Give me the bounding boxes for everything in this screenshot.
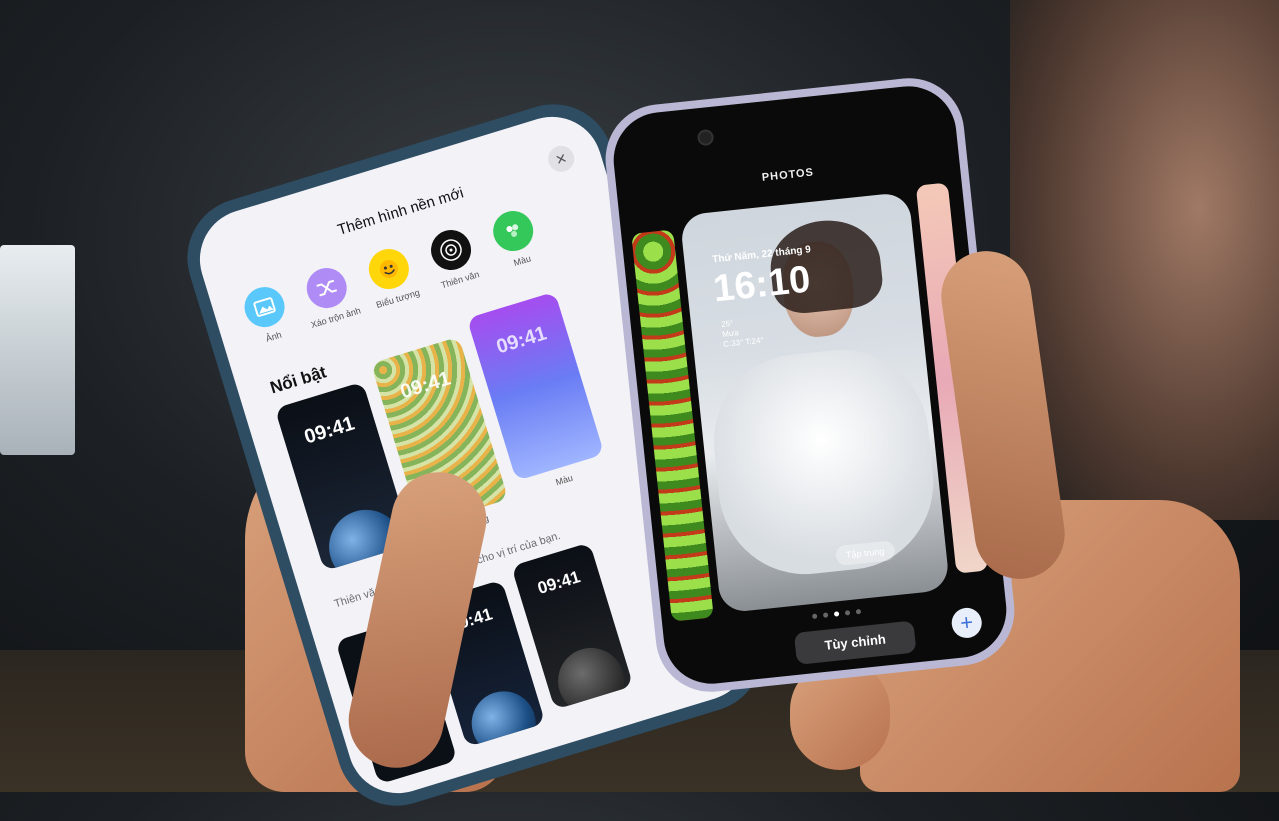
front-camera bbox=[696, 128, 715, 147]
thumb-time: 09:41 bbox=[535, 567, 583, 598]
shuffle-icon bbox=[316, 279, 338, 297]
category-label: Xáo trộn ảnh bbox=[309, 305, 362, 331]
category-astronomy[interactable] bbox=[426, 225, 477, 276]
category-label: Biểu tượng bbox=[374, 287, 421, 311]
emoji-icon bbox=[379, 260, 398, 279]
earth-image bbox=[463, 683, 544, 748]
color-icon bbox=[506, 224, 519, 237]
page-dot[interactable] bbox=[822, 612, 829, 618]
page-dot[interactable] bbox=[844, 610, 851, 616]
lockscreen-preview[interactable]: Thứ Năm, 22 tháng 9 16:10 25° Mưa C:33° … bbox=[679, 191, 951, 614]
page-dot[interactable] bbox=[811, 613, 818, 620]
close-icon: × bbox=[553, 147, 570, 170]
plus-icon: + bbox=[958, 609, 975, 636]
page-indicator bbox=[811, 608, 862, 620]
category-emoji[interactable] bbox=[363, 244, 414, 295]
photo-icon bbox=[253, 297, 276, 317]
gallery-header: PHOTOS bbox=[761, 166, 815, 184]
astronomy-icon bbox=[440, 239, 462, 261]
category-shuffle[interactable] bbox=[301, 263, 352, 314]
portrait-fur-coat bbox=[705, 341, 943, 583]
category-label: Thiên văn bbox=[439, 269, 481, 291]
photo-focus-label: Tập trung bbox=[845, 546, 885, 561]
category-photos[interactable] bbox=[239, 282, 290, 333]
add-wallpaper-button[interactable]: + bbox=[950, 606, 984, 640]
thumb-time: 09:41 bbox=[493, 322, 550, 359]
thumb-time: 09:41 bbox=[397, 367, 454, 404]
category-label: Ảnh bbox=[264, 329, 283, 344]
weather-widget: 25° Mưa C:33° T:24° bbox=[721, 316, 764, 350]
customize-label: Tùy chỉnh bbox=[823, 631, 887, 653]
thumb-time: 09:41 bbox=[301, 412, 358, 449]
page-dot[interactable] bbox=[855, 608, 862, 615]
section-title: Nổi bật bbox=[267, 362, 329, 398]
right-phone: PHOTOS Thứ Năm, 22 tháng 9 16:10 25° Mưa… bbox=[600, 72, 1020, 700]
page-dot-active[interactable] bbox=[833, 611, 840, 617]
background-box bbox=[0, 245, 75, 455]
category-color[interactable] bbox=[488, 206, 539, 257]
category-label: Màu bbox=[512, 253, 533, 269]
customize-button[interactable]: Tùy chỉnh bbox=[793, 620, 917, 665]
right-phone-screen: PHOTOS Thứ Năm, 22 tháng 9 16:10 25° Mưa… bbox=[608, 81, 1012, 689]
